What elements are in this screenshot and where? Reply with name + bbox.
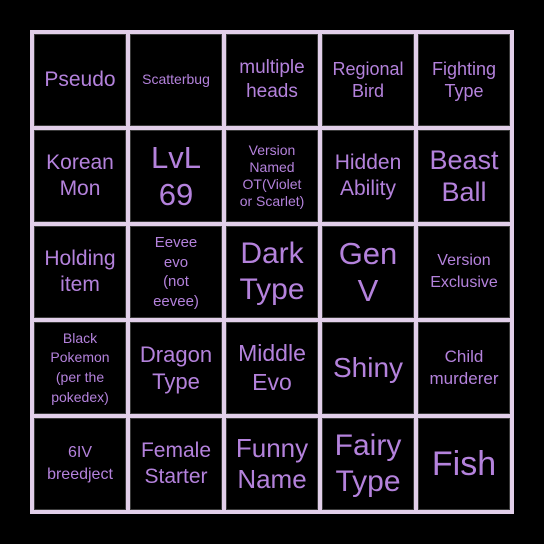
bingo-cell-r3-c2[interactable]: Eevee evo (not eevee) — [130, 226, 222, 318]
bingo-cell-r2-c5[interactable]: Beast Ball — [418, 130, 510, 222]
bingo-cell-r5-c3[interactable]: Funny Name — [226, 418, 318, 510]
cell-label: Pseudo — [44, 67, 116, 91]
bingo-cell-r1-c5[interactable]: Fighting Type — [418, 34, 510, 126]
cell-label: Dragon Type — [139, 341, 213, 395]
cell-label: Version Exclusive — [430, 251, 498, 291]
bingo-cell-r1-c4[interactable]: Regional Bird — [322, 34, 414, 126]
cell-label: Hidden Ability — [334, 150, 402, 200]
bingo-cell-r4-c4[interactable]: Shiny — [322, 322, 414, 414]
bingo-cell-r5-c5[interactable]: Fish — [418, 418, 510, 510]
cell-label: Regional Bird — [332, 58, 404, 102]
bingo-cell-r2-c2[interactable]: LvL 69 — [130, 130, 222, 222]
bingo-cell-r1-c3[interactable]: multiple heads — [226, 34, 318, 126]
cell-label: Middle Evo — [238, 340, 306, 395]
cell-label: 6IV breedject — [47, 443, 113, 483]
cell-label: Dark Type — [239, 237, 305, 306]
bingo-cell-r3-c3[interactable]: Dark Type — [226, 226, 318, 318]
bingo-cell-r5-c2[interactable]: Female Starter — [130, 418, 222, 510]
cell-label: Version Named OT(Violet or Scarlet) — [239, 142, 305, 209]
cell-label: Black Pokemon (per the pokedex) — [50, 329, 110, 405]
bingo-cell-r4-c2[interactable]: Dragon Type — [130, 322, 222, 414]
cell-label: Eevee evo (not eevee) — [153, 234, 199, 310]
bingo-cell-r4-c3[interactable]: Middle Evo — [226, 322, 318, 414]
bingo-cell-r4-c1[interactable]: Black Pokemon (per the pokedex) — [34, 322, 126, 414]
cell-label: Beast Ball — [429, 144, 499, 207]
cell-label: multiple heads — [239, 57, 305, 102]
bingo-cell-r3-c5[interactable]: Version Exclusive — [418, 226, 510, 318]
cell-label: LvL 69 — [151, 139, 201, 212]
bingo-cell-r5-c1[interactable]: 6IV breedject — [34, 418, 126, 510]
cell-label: Child murderer — [429, 346, 499, 388]
cell-label: Gen V — [338, 235, 398, 308]
cell-label: Shiny — [332, 352, 404, 384]
bingo-cell-r2-c4[interactable]: Hidden Ability — [322, 130, 414, 222]
bingo-cell-r4-c5[interactable]: Child murderer — [418, 322, 510, 414]
cell-label: Scatterbug — [142, 71, 210, 88]
bingo-cell-r1-c1[interactable]: Pseudo — [34, 34, 126, 126]
cell-label: Fish — [431, 444, 497, 483]
cell-label: Korean Mon — [46, 150, 114, 200]
bingo-cell-r2-c1[interactable]: Korean Mon — [34, 130, 126, 222]
bingo-board: Pseudo Scatterbug multiple heads Regiona… — [30, 30, 514, 514]
bingo-cell-r5-c4[interactable]: Fairy Type — [322, 418, 414, 510]
bingo-cell-r1-c2[interactable]: Scatterbug — [130, 34, 222, 126]
cell-label: Holding item — [44, 246, 116, 296]
cell-label: Fighting Type — [431, 58, 497, 102]
cell-label: Female Starter — [140, 438, 212, 488]
bingo-cell-r3-c4[interactable]: Gen V — [322, 226, 414, 318]
bingo-cell-r3-c1[interactable]: Holding item — [34, 226, 126, 318]
bingo-cell-r2-c3[interactable]: Version Named OT(Violet or Scarlet) — [226, 130, 318, 222]
cell-label: Fairy Type — [334, 429, 402, 498]
cell-label: Funny Name — [235, 432, 309, 494]
